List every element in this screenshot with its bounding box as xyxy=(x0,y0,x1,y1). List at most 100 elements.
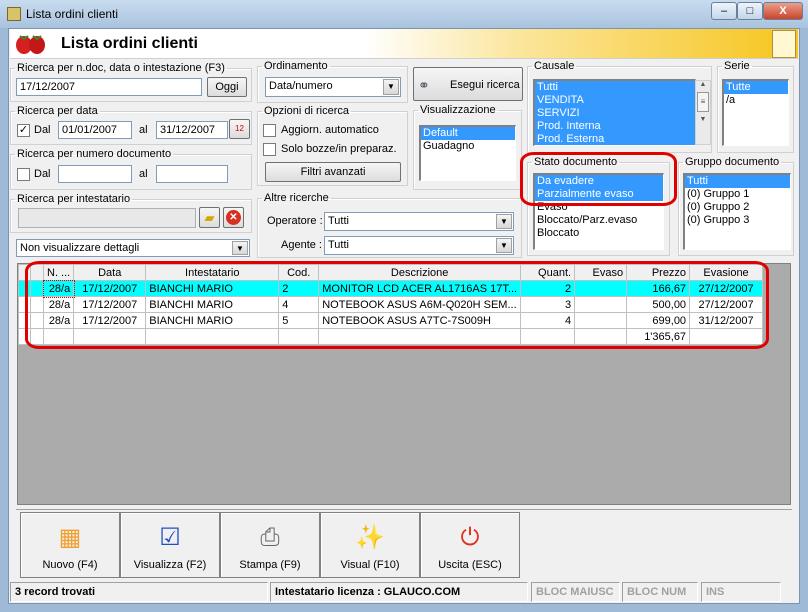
table-cell: BIANCHI MARIO xyxy=(145,280,280,297)
view-icon: ☑ xyxy=(159,524,181,551)
column-header[interactable]: Quant. xyxy=(520,264,576,281)
table-cell: 4 xyxy=(520,312,576,329)
auto-update-label: Aggiorn. automatico xyxy=(281,124,379,136)
table-cell: NOTEBOOK ASUS A6M-Q020H SEM... xyxy=(318,296,522,313)
row-marker xyxy=(30,280,44,297)
group-document-list[interactable]: Tutti (0) Gruppo 1 (0) Gruppo 2 (0) Gruppo … xyxy=(683,173,791,250)
column-header[interactable]: Evasione xyxy=(689,264,764,281)
table-cell: 2 xyxy=(278,280,320,297)
list-item[interactable]: Tutte xyxy=(724,81,788,94)
exit-icon: ⏻ xyxy=(460,524,480,551)
list-item[interactable]: Prod. Interna xyxy=(535,120,695,133)
list-item[interactable]: (0) Gruppo 3 xyxy=(685,214,790,227)
quick-search-input[interactable]: 17/12/2007 xyxy=(16,78,202,96)
table-row[interactable]: 28/a 17/12/2007 BIANCHI MARIO 5 NOTEBOOK ASU… xyxy=(18,312,764,329)
folder-icon[interactable]: ▰ xyxy=(199,207,220,228)
view-list[interactable]: Default Guadagno xyxy=(419,125,516,181)
total-price: 1'365,67 xyxy=(626,328,691,345)
orders-grid[interactable]: N. ... Data Intestatario Cod. Descrizione Qua… xyxy=(17,263,791,505)
ordering-value: Data/numero xyxy=(269,80,333,92)
close-button[interactable]: X xyxy=(763,2,803,20)
view-button[interactable]: ☑ Visualizza (F2) xyxy=(120,512,220,578)
column-header[interactable]: N. ... xyxy=(42,264,75,281)
list-item[interactable]: (0) Gruppo 2 xyxy=(685,201,790,214)
group-label: Ricerca per intestatario xyxy=(17,193,131,205)
table-cell xyxy=(278,328,320,345)
ordering-select[interactable]: Data/numero ▼ xyxy=(265,77,401,97)
number-from-input[interactable] xyxy=(58,165,132,183)
column-header[interactable]: Evaso xyxy=(574,264,628,281)
run-search-label: Esegui ricerca xyxy=(450,79,520,91)
table-cell: 4 xyxy=(278,296,320,313)
causale-scrollbar[interactable]: ▲ ≡ ▼ xyxy=(695,80,711,145)
serie-list[interactable]: Tutte/a xyxy=(722,79,789,146)
date-to-input[interactable]: 31/12/2007 xyxy=(156,121,228,139)
run-search-button[interactable]: ⚭ Esegui ricerca xyxy=(413,67,523,101)
table-row[interactable]: 28/a 17/12/2007 BIANCHI MARIO 4 NOTEBOOK ASU… xyxy=(18,296,764,313)
status-list[interactable]: Da evadere Parzialmente evaso Evaso Bloccat… xyxy=(533,173,664,250)
list-item[interactable]: Parzialmente evaso xyxy=(535,188,663,201)
column-header[interactable]: Descrizione xyxy=(318,264,522,281)
toolbar-label: Nuovo (F4) xyxy=(42,559,98,571)
page-title: Lista ordini clienti xyxy=(61,35,198,52)
auto-update-checkbox[interactable] xyxy=(263,124,276,137)
calendar-icon[interactable]: 12 xyxy=(229,119,250,139)
table-cell: 31/12/2007 xyxy=(689,312,764,329)
clear-icon[interactable]: ✕ xyxy=(223,207,244,228)
list-item[interactable]: Da evadere xyxy=(535,175,663,188)
operator-select[interactable]: Tutti ▼ xyxy=(324,212,514,231)
list-item[interactable]: SERVIZI xyxy=(535,107,695,120)
holder-input[interactable] xyxy=(18,208,196,228)
date-filter-checkbox[interactable]: ✓ xyxy=(17,124,30,137)
table-row[interactable]: 28/a 17/12/2007 BIANCHI MARIO 2 MONITOR LCD … xyxy=(18,279,764,298)
list-item[interactable]: /a xyxy=(724,94,788,107)
today-button[interactable]: Oggi xyxy=(207,77,247,97)
list-item[interactable]: Default xyxy=(421,127,515,140)
list-item[interactable]: Tutti xyxy=(535,81,695,94)
table-cell: BIANCHI MARIO xyxy=(145,296,280,313)
row-header-corner xyxy=(18,264,31,281)
chevron-down-icon: ▼ xyxy=(383,79,399,95)
table-cell: MONITOR LCD ACER AL1716AS 17T... xyxy=(318,280,522,297)
table-cell xyxy=(30,328,44,345)
agent-value: Tutti xyxy=(328,239,349,251)
number-filter-checkbox[interactable] xyxy=(17,168,30,181)
table-cell: 500,00 xyxy=(626,296,691,313)
row-header[interactable] xyxy=(18,280,31,297)
list-item[interactable]: Bloccato/Parz.evaso xyxy=(535,214,663,227)
column-header[interactable]: Prezzo xyxy=(626,264,691,281)
print-button[interactable]: ⎙ Stampa (F9) xyxy=(220,512,320,578)
printer-icon: ⎙ xyxy=(260,524,280,551)
list-item[interactable]: Tutti xyxy=(685,175,790,188)
visual-button[interactable]: ✨ Visual (F10) xyxy=(320,512,420,578)
number-to-input[interactable] xyxy=(156,165,228,183)
number-from-label: Dal xyxy=(34,168,51,180)
chevron-down-icon: ▼ xyxy=(496,238,512,253)
minimize-button[interactable]: – xyxy=(711,2,737,20)
row-header[interactable] xyxy=(18,312,31,329)
header-banner: Lista ordini clienti xyxy=(10,29,798,59)
date-from-input[interactable]: 01/01/2007 xyxy=(58,121,132,139)
list-item[interactable]: Bloccato xyxy=(535,227,663,240)
list-item[interactable]: VENDITA xyxy=(535,94,695,107)
table-cell: 17/12/2007 xyxy=(73,312,147,329)
table-cell: 3 xyxy=(520,296,576,313)
drafts-only-checkbox[interactable] xyxy=(263,143,276,156)
list-item[interactable]: Evaso xyxy=(535,201,663,214)
advanced-filters-button[interactable]: Filtri avanzati xyxy=(265,162,401,182)
row-header[interactable] xyxy=(18,296,31,313)
details-select[interactable]: Non visualizzare dettagli ▼ xyxy=(16,239,250,257)
column-header[interactable]: Cod. xyxy=(278,264,320,281)
causale-list[interactable]: Tutti VENDITA SERVIZI Prod. Interna Prod. Es… xyxy=(533,79,696,146)
new-button[interactable]: ▦ Nuovo (F4) xyxy=(20,512,120,578)
exit-button[interactable]: ⏻ Uscita (ESC) xyxy=(420,512,520,578)
list-item[interactable]: Guadagno xyxy=(421,140,515,153)
agent-select[interactable]: Tutti ▼ xyxy=(324,236,514,255)
maximize-button[interactable]: □ xyxy=(737,2,763,20)
column-header[interactable]: Data xyxy=(73,264,147,281)
total-row: 1'365,67 xyxy=(18,328,764,345)
column-header[interactable]: Intestatario xyxy=(145,264,280,281)
list-item[interactable]: Prod. Esterna xyxy=(535,133,695,145)
table-cell: 699,00 xyxy=(626,312,691,329)
list-item[interactable]: (0) Gruppo 1 xyxy=(685,188,790,201)
